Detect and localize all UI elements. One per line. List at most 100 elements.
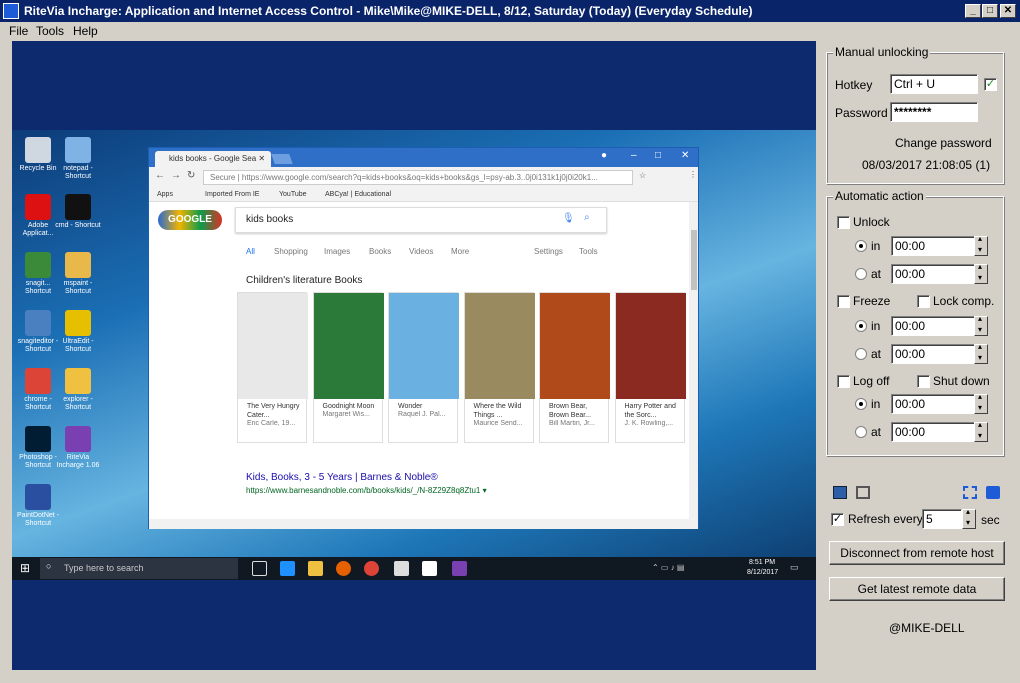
lock-computer-checkbox[interactable] [917,295,930,308]
nav-books[interactable]: Books [369,247,391,256]
hotkey-field[interactable]: Ctrl + U [890,74,978,94]
book-card[interactable]: Where the Wild Things ... Maurice Send... [463,292,535,443]
logoff-checkbox[interactable] [837,375,850,388]
nav-tools[interactable]: Tools [579,247,598,256]
chrome-taskbar-icon[interactable] [364,561,379,576]
freeze-at-radio[interactable] [855,348,867,360]
freeze-at-spinner[interactable] [974,342,988,364]
desktop-icon[interactable]: PaintDotNet - Shortcut [14,484,62,528]
edge-icon[interactable] [280,561,295,576]
minimize-button[interactable]: _ [965,4,981,18]
logoff-in-time[interactable]: 00:00 [891,394,975,414]
nav-videos[interactable]: Videos [409,247,433,256]
desktop-icon[interactable]: UltraEdit - Shortcut [54,310,102,354]
password-field[interactable]: ******** [890,102,978,122]
nav-settings[interactable]: Settings [534,247,563,256]
vertical-scrollbar[interactable] [689,202,698,529]
file-explorer-icon[interactable] [308,561,323,576]
freeze-checkbox[interactable] [837,295,850,308]
forward-icon[interactable]: → [171,170,181,181]
taskbar-search[interactable]: ○ Type here to search [40,558,238,579]
book-card[interactable]: Goodnight Moon Margaret Wis... [312,292,384,443]
ritevia-taskbar-icon[interactable] [452,561,467,576]
bookmark-star-icon[interactable]: ☆ [639,171,646,180]
profile-icon[interactable]: ● [601,150,607,161]
fullscreen-icon[interactable] [963,486,977,499]
logoff-at-radio[interactable] [855,426,867,438]
shutdown-checkbox[interactable] [917,375,930,388]
task-view-icon[interactable] [252,561,267,576]
desktop-icon[interactable]: cmd - Shortcut [54,194,102,230]
monitor-icon[interactable] [833,486,847,499]
bookmark-abcya[interactable]: ABCya! | Educational [325,191,391,198]
close-button[interactable]: ✕ [1000,4,1016,18]
book-card[interactable]: Harry Potter and the Sorc... J. K. Rowlin… [614,292,686,443]
google-logo[interactable]: GOOGLE [158,210,222,230]
new-tab-button[interactable] [271,154,293,164]
refresh-interval-spinner[interactable] [962,507,976,529]
hotkey-enabled-checkbox[interactable]: ✓ [984,78,997,91]
unlock-at-spinner[interactable] [974,262,988,284]
refresh-checkbox[interactable]: ✓ [831,513,844,526]
refresh-interval-field[interactable]: 5 [922,509,962,529]
menu-tools[interactable]: Tools [36,24,64,38]
reload-icon[interactable]: ↻ [187,170,195,181]
unlock-at-time[interactable]: 00:00 [891,264,975,284]
book-card[interactable]: The Very Hungry Cater... Eric Carle, 19..… [237,292,308,443]
nav-more[interactable]: More [451,247,469,256]
notification-icon[interactable]: ▭ [790,562,799,573]
bookmark-apps[interactable]: Apps [157,191,173,198]
windows-start-icon[interactable]: ⊞ [20,561,30,575]
scroll-thumb[interactable] [691,230,697,290]
book-card[interactable]: Wonder Raquel J. Pal... [388,292,459,443]
get-latest-data-button[interactable]: Get latest remote data [829,577,1005,601]
freeze-at-time[interactable]: 00:00 [891,344,975,364]
remote-browser-window[interactable]: kids books - Google Sea ✕ ● – □ ✕ ← → ↻ … [148,147,699,529]
unlock-in-radio[interactable] [855,240,867,252]
bookmark-youtube[interactable]: YouTube [279,191,307,198]
browser-tab[interactable]: kids books - Google Sea ✕ [155,151,271,167]
save-icon[interactable] [986,486,1000,499]
result-title-link[interactable]: Kids, Books, 3 - 5 Years | Barnes & Nobl… [246,472,438,483]
unlock-at-radio[interactable] [855,268,867,280]
unlock-in-spinner[interactable] [974,234,988,256]
book-card[interactable]: Brown Bear, Brown Bear... Bill Martin, Jr… [539,292,610,443]
address-bar[interactable]: Secure | https://www.google.com/search?q… [203,170,633,185]
search-icon[interactable]: ⌕ [584,212,590,223]
logoff-in-radio[interactable] [855,398,867,410]
freeze-in-radio[interactable] [855,320,867,332]
bookmark-ie[interactable]: Imported From IE [205,191,259,198]
maximize-button[interactable]: □ [982,4,998,18]
menu-dots-icon[interactable]: ⋮ [689,170,697,179]
desktop-icon[interactable]: notepad - Shortcut [54,137,102,181]
firefox-icon[interactable] [336,561,351,576]
browser-minimize-icon[interactable]: – [631,150,637,161]
tray-icons[interactable]: ⌃ ▭ ♪ ▤ [652,563,685,572]
nav-images[interactable]: Images [324,247,350,256]
nav-all[interactable]: All [246,247,255,256]
mail-icon[interactable] [422,561,437,576]
mic-icon[interactable]: 🎙 [562,213,575,224]
browser-close-icon[interactable]: ✕ [681,150,689,161]
windows-view-icon[interactable] [856,486,870,499]
change-password-link[interactable]: Change password [895,136,992,150]
logoff-at-spinner[interactable] [974,420,988,442]
desktop-icon[interactable]: explorer - Shortcut [54,368,102,412]
horizontal-scrollbar[interactable] [149,519,689,529]
desktop-icon[interactable]: mspaint - Shortcut [54,252,102,296]
freeze-in-time[interactable]: 00:00 [891,316,975,336]
nav-shopping[interactable]: Shopping [274,247,308,256]
unlock-checkbox[interactable] [837,216,850,229]
logoff-in-spinner[interactable] [974,392,988,414]
logoff-at-time[interactable]: 00:00 [891,422,975,442]
back-icon[interactable]: ← [155,170,165,181]
menu-file[interactable]: File [9,24,28,38]
browser-maximize-icon[interactable]: □ [655,150,661,161]
menu-help[interactable]: Help [73,24,98,38]
desktop-icon[interactable]: RiteVia Incharge 1.06 [54,426,102,470]
unlock-in-time[interactable]: 00:00 [891,236,975,256]
freeze-in-spinner[interactable] [974,314,988,336]
store-icon[interactable] [394,561,409,576]
google-search-box[interactable]: kids books 🎙 ⌕ [235,207,607,233]
disconnect-button[interactable]: Disconnect from remote host [829,541,1005,565]
